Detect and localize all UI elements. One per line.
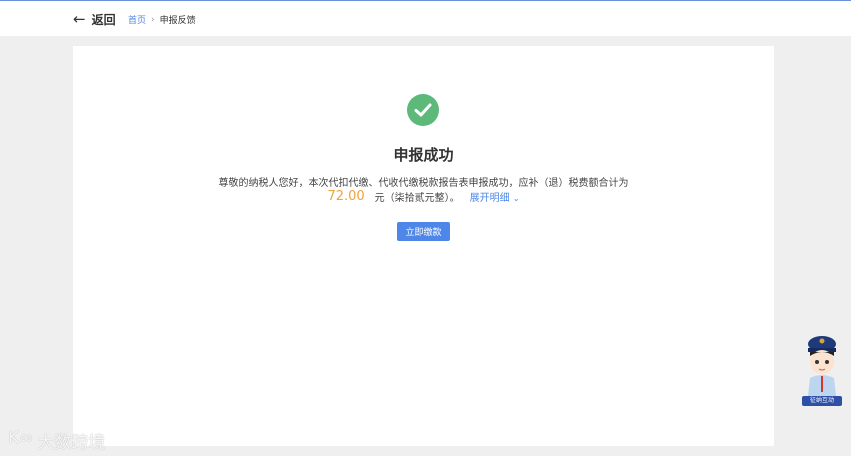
header: ← 返回 首页 › 申报反馈 [0,1,851,36]
success-check-icon [407,94,439,126]
pay-now-button[interactable]: 立即缴款 [397,222,450,241]
back-label: 返回 [91,12,116,27]
amount-row: 72.00 元（柒拾贰元整）。 展开明细 ⌄ [73,189,774,204]
result-card: 申报成功 尊敬的纳税人您好，本次代扣代缴、代收代缴税款报告表申报成功，应补（退）… [73,46,774,446]
mascot-assistant[interactable]: 征纳互动 [802,334,842,406]
watermark: K∞ 大数跨境 [8,428,105,453]
amount-words: 元（柒拾贰元整）。 [374,193,460,204]
watermark-text: 大数跨境 [37,433,106,453]
expand-details-link[interactable]: 展开明细 ⌄ [470,189,520,204]
breadcrumb: 首页 › 申报反馈 [128,13,196,27]
breadcrumb-home[interactable]: 首页 [128,13,146,26]
watermark-logo-icon: K∞ [8,428,34,448]
chevron-down-icon: ⌄ [512,194,520,203]
arrow-left-icon: ← [73,10,86,28]
back-button[interactable]: ← 返回 [73,10,116,28]
result-title: 申报成功 [393,146,454,164]
amount-value: 72.00 [327,189,365,204]
result-message: 尊敬的纳税人您好，本次代扣代缴、代收代缴税款报告表申报成功，应补（退）税费额合计… [218,178,629,189]
expand-label: 展开明细 [469,193,510,204]
mascot-icon [808,336,836,396]
chevron-right-icon: › [151,14,155,25]
mascot-label: 征纳互动 [802,396,842,406]
breadcrumb-current: 申报反馈 [159,16,196,26]
